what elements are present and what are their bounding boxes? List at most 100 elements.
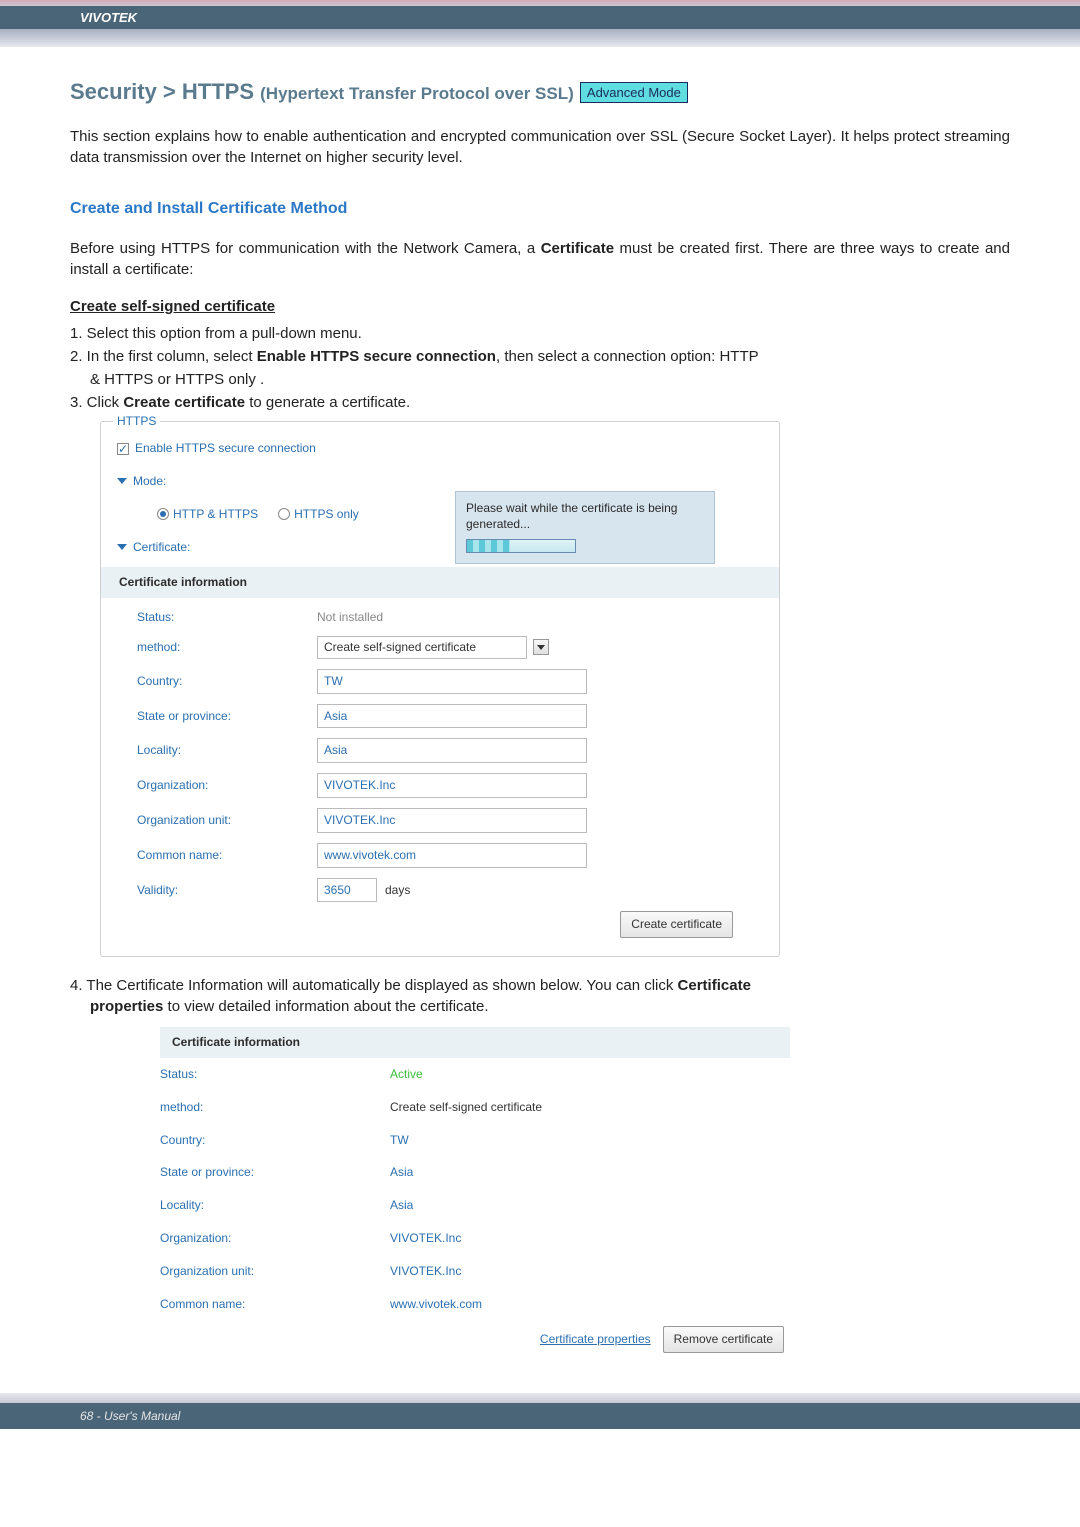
p2-method: method: Create self-signed certificate (160, 1091, 790, 1124)
radio-https-only[interactable] (278, 508, 290, 520)
p2-cn: Common name: www.vivotek.com (160, 1288, 790, 1321)
p2-status: Status: Active (160, 1058, 790, 1091)
method-select[interactable]: Create self-signed certificate (317, 636, 527, 659)
p2-locality-v: Asia (390, 1197, 413, 1214)
opt-https-only: HTTPS only (294, 506, 359, 523)
validity-input[interactable]: 3650 (317, 878, 377, 903)
row-org: Organization: VIVOTEK.Inc (117, 768, 763, 803)
p2-country-l: Country: (160, 1132, 390, 1149)
label-status: Status: (117, 609, 317, 626)
label-cn: Common name: (117, 847, 317, 864)
panel2-header: Certificate information (160, 1027, 790, 1058)
chevron-down-icon (117, 478, 127, 484)
s4a: 4. The Certificate Information will auto… (70, 977, 678, 994)
validity-unit: days (385, 882, 410, 899)
step-3a: 3. Click (70, 394, 123, 411)
dropdown-icon[interactable] (533, 639, 549, 655)
remove-certificate-button[interactable]: Remove certificate (663, 1326, 784, 1353)
cert-info-header: Certificate information (101, 567, 779, 598)
p2-orgu-v: VIVOTEK.Inc (390, 1263, 461, 1280)
p2-status-v: Active (390, 1066, 423, 1083)
s4b: Certificate (678, 977, 751, 994)
mode-label: Mode: (133, 473, 166, 490)
row-state: State or province: Asia (117, 699, 763, 734)
p2-state-l: State or province: (160, 1164, 390, 1181)
radio-http-and-https[interactable] (157, 508, 169, 520)
progress-bar (466, 539, 576, 553)
step-3c: to generate a certificate. (245, 394, 410, 411)
create-self-signed-heading: Create self-signed certificate (70, 296, 1010, 317)
p2-locality: Locality: Asia (160, 1189, 790, 1222)
orgu-input[interactable]: VIVOTEK.Inc (317, 808, 587, 833)
progress-fill (467, 540, 510, 552)
state-input[interactable]: Asia (317, 704, 587, 729)
label-country: Country: (117, 673, 317, 690)
row-cn: Common name: www.vivotek.com (117, 838, 763, 873)
advanced-mode-badge: Advanced Mode (580, 82, 688, 103)
steps-list: 1. Select this option from a pull-down m… (70, 323, 1010, 413)
overlay-anchor: Certificate: Please wait while the certi… (117, 531, 763, 564)
org-input[interactable]: VIVOTEK.Inc (317, 773, 587, 798)
step-3b: Create certificate (123, 394, 245, 411)
label-locality: Locality: (117, 742, 317, 759)
value-status: Not installed (317, 609, 383, 626)
brand-text: VIVOTEK (80, 10, 137, 25)
before-bold: Certificate (541, 240, 614, 257)
brand-header: VIVOTEK (0, 6, 1080, 29)
p2-org-v: VIVOTEK.Inc (390, 1230, 461, 1247)
p2-method-l: method: (160, 1099, 390, 1116)
step-2b: Enable HTTPS secure connection (257, 348, 496, 365)
enable-https-label: Enable HTTPS secure connection (135, 440, 316, 457)
p2-orgu: Organization unit: VIVOTEK.Inc (160, 1255, 790, 1288)
create-btn-row: Create certificate (117, 911, 763, 938)
step-3: 3. Click Create certificate to generate … (70, 392, 1010, 413)
chevron-down-icon (117, 544, 127, 550)
cn-input[interactable]: www.vivotek.com (317, 843, 587, 868)
country-input[interactable]: TW (317, 669, 587, 694)
overlay-line-2: generated... (466, 516, 704, 533)
p2-orgu-l: Organization unit: (160, 1263, 390, 1280)
p2-org: Organization: VIVOTEK.Inc (160, 1222, 790, 1255)
p2-country-v: TW (390, 1132, 409, 1149)
generating-overlay: Please wait while the certificate is bei… (455, 491, 715, 565)
p2-footer: Certificate properties Remove certificat… (160, 1320, 790, 1353)
row-status: Status: Not installed (117, 604, 763, 631)
label-state: State or province: (117, 708, 317, 725)
p2-cn-l: Common name: (160, 1296, 390, 1313)
s4line2: properties to view detailed information … (70, 998, 489, 1015)
footer-strip (0, 1393, 1080, 1403)
label-org: Organization: (117, 777, 317, 794)
footer-text: 68 - User's Manual (80, 1409, 180, 1423)
title-sub: (Hypertext Transfer Protocol over SSL) (260, 84, 574, 103)
step-2-cont: & HTTPS or HTTPS only . (70, 369, 1010, 390)
certificate-label: Certificate: (133, 539, 190, 556)
certificate-properties-link[interactable]: Certificate properties (540, 1331, 651, 1348)
row-locality: Locality: Asia (117, 733, 763, 768)
cert-result-panel: Certificate information Status: Active m… (160, 1027, 790, 1353)
p2-cn-v: www.vivotek.com (390, 1296, 482, 1313)
step-2: 2. In the first column, select Enable HT… (70, 346, 1010, 367)
step-2c: , then select a connection option: HTTP (496, 348, 759, 365)
step-1: 1. Select this option from a pull-down m… (70, 323, 1010, 344)
enable-https-checkbox[interactable] (117, 443, 129, 455)
p2-org-l: Organization: (160, 1230, 390, 1247)
create-certificate-button[interactable]: Create certificate (620, 911, 733, 938)
page-title: Security > HTTPS (Hypertext Transfer Pro… (70, 77, 1010, 108)
header-strip (0, 29, 1080, 47)
https-panel: HTTPS Enable HTTPS secure connection Mod… (100, 421, 780, 957)
p2-state: State or province: Asia (160, 1156, 790, 1189)
before-text-1: Before using HTTPS for communication wit… (70, 240, 541, 257)
p2-country: Country: TW (160, 1124, 790, 1157)
opt-http-https: HTTP & HTTPS (173, 506, 258, 523)
p2-status-l: Status: (160, 1066, 390, 1083)
label-method: method: (117, 639, 317, 656)
title-main: Security > HTTPS (70, 79, 254, 104)
cert-form: Status: Not installed method: Create sel… (117, 604, 763, 938)
s4c: to view detailed information about the c… (163, 998, 488, 1015)
overlay-line-1: Please wait while the certificate is bei… (466, 500, 704, 517)
footer-bar: 68 - User's Manual (0, 1403, 1080, 1429)
enable-row: Enable HTTPS secure connection (117, 432, 763, 465)
step-4-real: 4. The Certificate Information will auto… (70, 975, 1010, 1017)
locality-input[interactable]: Asia (317, 738, 587, 763)
method-heading: Create and Install Certificate Method (70, 198, 1010, 220)
